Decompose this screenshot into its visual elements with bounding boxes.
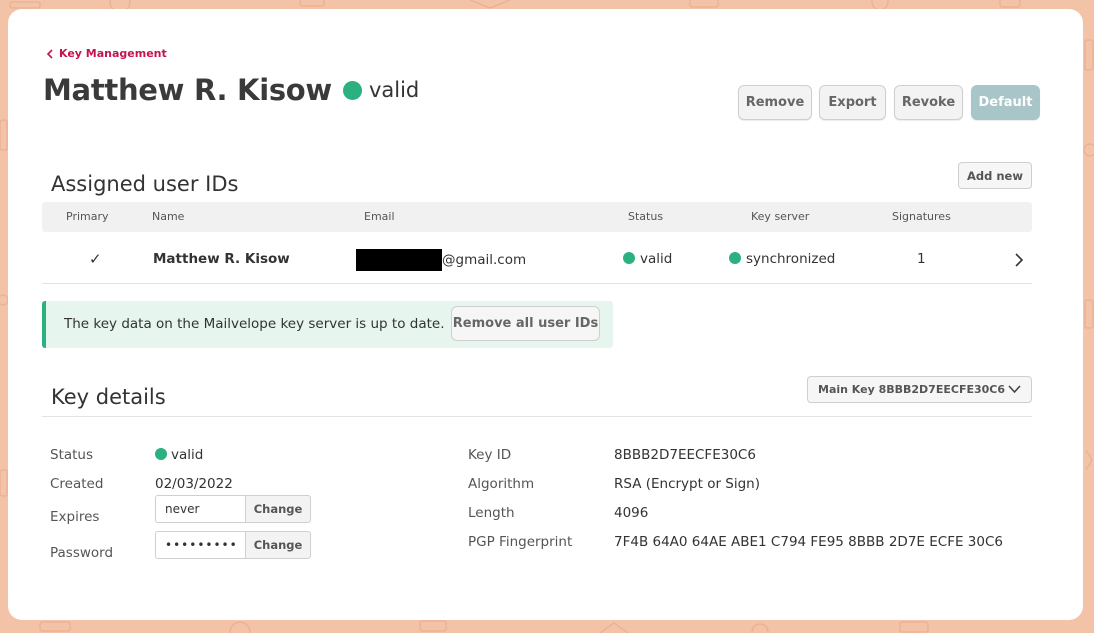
back-link-label: Key Management bbox=[59, 47, 167, 60]
table-row[interactable]: ✓ Matthew R. Kisow @gmail.com valid sync… bbox=[42, 236, 1032, 284]
alert-message: The key data on the Mailvelope key serve… bbox=[64, 316, 445, 332]
key-id-value: 8BBB2D7EECFE30C6 bbox=[614, 447, 756, 463]
change-expiry-button[interactable]: Change bbox=[245, 495, 311, 523]
created-label: Created bbox=[50, 476, 104, 492]
status-value: valid bbox=[155, 447, 203, 463]
change-password-button[interactable]: Change bbox=[245, 531, 311, 559]
user-id-email: @gmail.com bbox=[356, 249, 526, 271]
column-header-signatures: Signatures bbox=[892, 210, 951, 223]
password-label: Password bbox=[50, 545, 114, 561]
key-status: valid bbox=[368, 78, 420, 102]
length-value: 4096 bbox=[614, 505, 649, 521]
user-id-signatures: 1 bbox=[917, 251, 926, 267]
status-dot-icon bbox=[623, 252, 635, 264]
divider bbox=[42, 416, 1032, 417]
user-id-key-server: synchronized bbox=[729, 251, 835, 267]
revoke-button[interactable]: Revoke bbox=[894, 85, 963, 120]
status-text: valid bbox=[640, 251, 673, 267]
column-header-email: Email bbox=[364, 210, 395, 223]
add-new-user-id-button[interactable]: Add new bbox=[958, 162, 1032, 189]
column-header-status: Status bbox=[628, 210, 664, 223]
algorithm-label: Algorithm bbox=[468, 476, 535, 492]
expires-field: never Change bbox=[155, 495, 311, 523]
chevron-right-icon[interactable] bbox=[1014, 252, 1024, 268]
key-select-value: Main Key 8BBB2D7EECFE30C6 bbox=[818, 383, 1005, 396]
page-title-row: Matthew R. Kisow valid bbox=[43, 73, 419, 107]
expires-label: Expires bbox=[50, 509, 100, 525]
key-id-label: Key ID bbox=[468, 447, 512, 463]
fingerprint-value: 7F4B 64A0 64AE ABE1 C794 FE95 8BBB 2D7E … bbox=[614, 534, 1003, 550]
column-header-key-server: Key server bbox=[751, 210, 810, 223]
key-server-alert: The key data on the Mailvelope key serve… bbox=[42, 301, 613, 348]
export-button[interactable]: Export bbox=[819, 85, 886, 120]
key-details-section-title: Key details bbox=[51, 385, 166, 409]
algorithm-value: RSA (Encrypt or Sign) bbox=[614, 476, 761, 492]
remove-button[interactable]: Remove bbox=[738, 85, 812, 120]
key-select-dropdown[interactable]: Main Key 8BBB2D7EECFE30C6 bbox=[807, 376, 1032, 403]
status-label: Status bbox=[50, 447, 94, 463]
user-ids-table-header: Primary Name Email Status Key server Sig… bbox=[42, 202, 1032, 232]
redacted-block bbox=[356, 249, 442, 271]
back-link-key-management[interactable]: Key Management bbox=[46, 47, 167, 60]
created-value: 02/03/2022 bbox=[155, 476, 233, 492]
fingerprint-label: PGP Fingerprint bbox=[468, 534, 573, 550]
page-title: Matthew R. Kisow bbox=[43, 73, 332, 107]
status-value-text: valid bbox=[171, 447, 204, 463]
length-label: Length bbox=[468, 505, 515, 521]
chevron-down-icon bbox=[1008, 385, 1021, 394]
primary-check-icon: ✓ bbox=[89, 250, 102, 268]
status-dot-icon bbox=[155, 448, 167, 460]
chevron-left-icon bbox=[46, 48, 53, 59]
user-ids-section-title: Assigned user IDs bbox=[51, 172, 239, 196]
user-id-status: valid bbox=[623, 251, 672, 267]
default-button[interactable]: Default bbox=[971, 85, 1040, 120]
status-dot-icon bbox=[342, 80, 362, 100]
password-input[interactable]: ••••••••• bbox=[155, 531, 245, 559]
remove-all-user-ids-button[interactable]: Remove all user IDs bbox=[451, 306, 600, 341]
key-server-text: synchronized bbox=[746, 251, 836, 267]
password-field: ••••••••• Change bbox=[155, 531, 311, 559]
column-header-name: Name bbox=[152, 210, 185, 223]
status-dot-icon bbox=[729, 252, 741, 264]
email-domain: @gmail.com bbox=[442, 252, 527, 268]
expires-input[interactable]: never bbox=[155, 495, 245, 523]
column-header-primary: Primary bbox=[66, 210, 109, 223]
user-id-name: Matthew R. Kisow bbox=[153, 251, 290, 267]
